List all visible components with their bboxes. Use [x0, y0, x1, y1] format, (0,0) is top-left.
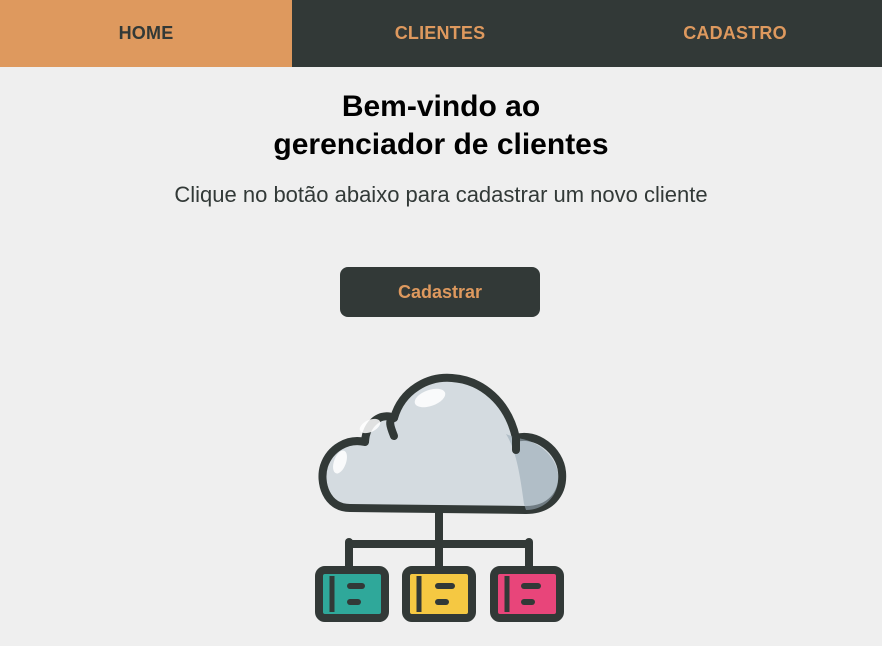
page-subtitle: Clique no botão abaixo para cadastrar um…: [174, 182, 708, 207]
network-lines: [345, 508, 533, 574]
nav-tab-home[interactable]: HOME: [0, 0, 292, 67]
page-title-line-2: gerenciador de clientes: [273, 128, 609, 161]
cloud-network-icon: [315, 373, 567, 622]
node-yellow: [402, 566, 476, 622]
nav-tab-cadastro[interactable]: CADASTRO: [588, 0, 882, 67]
cloud-shape: [318, 373, 567, 514]
cadastrar-button[interactable]: Cadastrar: [340, 267, 540, 317]
page-title: Bem-vindo ao gerenciador de clientes: [0, 88, 882, 164]
nav-tab-clientes[interactable]: CLIENTES: [292, 0, 588, 67]
top-navbar: HOME CLIENTES CADASTRO: [0, 0, 882, 67]
node-pink: [490, 566, 564, 622]
node-teal: [315, 566, 389, 622]
page-title-line-1: Bem-vindo ao: [341, 90, 541, 123]
